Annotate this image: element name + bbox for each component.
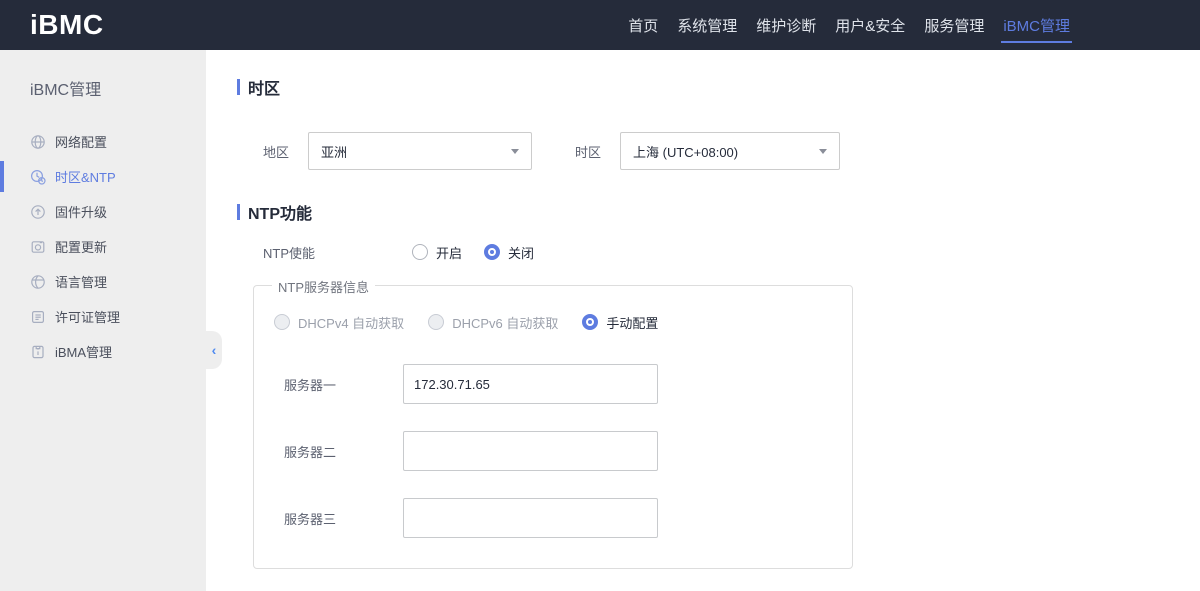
top-nav: 首页 系统管理 维护诊断 用户&安全 服务管理 iBMC管理 <box>626 0 1072 50</box>
ntp-section-header: NTP功能 <box>237 203 1200 223</box>
top-bar: iBMC 首页 系统管理 维护诊断 用户&安全 服务管理 iBMC管理 <box>0 0 1200 50</box>
sidebar-item-label: 网络配置 <box>55 135 108 150</box>
ibmc-logo: iBMC <box>30 9 104 40</box>
license-icon <box>30 309 46 325</box>
section-accent-bar <box>237 79 240 95</box>
nav-item-system[interactable]: 系统管理 <box>675 0 739 50</box>
radio-ntp-off[interactable]: 关闭 <box>484 243 534 262</box>
region-select-value: 亚洲 <box>321 144 348 160</box>
region-label: 地区 <box>263 144 290 160</box>
radio-manual-config[interactable]: 手动配置 <box>582 313 658 332</box>
sidebar-item-firmware-upgrade[interactable]: 固件升级 <box>0 194 206 229</box>
sidebar-item-label: 时区&NTP <box>55 170 116 185</box>
chevron-down-icon <box>819 148 827 154</box>
section-accent-bar <box>237 204 240 220</box>
sidebar-menu: 网络配置 时区&NTP 固件升级 配置更新 语言管理 许可证管理 iBMA管理 <box>0 124 206 369</box>
radio-label: DHCPv4 自动获取 <box>298 315 405 331</box>
server-one-row: 服务器一 <box>274 364 852 404</box>
radio-label: DHCPv6 自动获取 <box>452 315 559 331</box>
sidebar-item-label: 固件升级 <box>55 205 108 220</box>
nav-item-ibmc-management[interactable]: iBMC管理 <box>1001 0 1072 50</box>
ntp-enable-row: NTP使能 开启 关闭 <box>237 243 1200 261</box>
sidebar-item-timezone-ntp[interactable]: 时区&NTP <box>0 159 206 194</box>
ntp-enable-radio-group: 开启 关闭 <box>412 243 534 262</box>
timezone-select-value: 上海 (UTC+08:00) <box>633 144 739 160</box>
timezone-label: 时区 <box>575 144 602 160</box>
radio-circle-icon <box>428 314 445 330</box>
ntp-enable-label: NTP使能 <box>263 245 316 261</box>
sidebar-item-config-update[interactable]: 配置更新 <box>0 229 206 264</box>
sidebar-title: iBMC管理 <box>30 82 102 99</box>
server-three-label: 服务器三 <box>284 511 337 527</box>
sidebar-item-ibma-management[interactable]: iBMA管理 <box>0 334 206 369</box>
config-update-icon <box>30 239 46 255</box>
radio-circle-icon <box>484 244 501 260</box>
chevron-down-icon <box>511 148 519 154</box>
radio-ntp-on[interactable]: 开启 <box>412 243 462 262</box>
sidebar-collapse-button[interactable]: ‹ <box>206 331 222 369</box>
radio-label: 开启 <box>436 245 463 261</box>
radio-dhcpv6-auto[interactable]: DHCPv6 自动获取 <box>428 313 558 332</box>
nav-item-user-security[interactable]: 用户&安全 <box>833 0 907 50</box>
timezone-section-title: 时区 <box>248 81 281 98</box>
sidebar-item-label: 许可证管理 <box>55 310 121 325</box>
ntp-server-info-legend: NTP服务器信息 <box>272 277 376 296</box>
sidebar-item-label: iBMA管理 <box>55 345 113 360</box>
sidebar-item-language-management[interactable]: 语言管理 <box>0 264 206 299</box>
chevron-left-icon: ‹ <box>211 342 217 358</box>
firmware-upgrade-icon <box>30 204 46 220</box>
page-shell: iBMC管理 网络配置 时区&NTP 固件升级 配置更新 语言管理 许可证管理 … <box>0 50 1200 591</box>
server-one-input[interactable] <box>403 364 658 404</box>
server-two-label: 服务器二 <box>284 444 337 460</box>
server-two-row: 服务器二 <box>274 431 852 471</box>
timezone-form-row: 地区 亚洲 时区 上海 (UTC+08:00) <box>237 132 1200 170</box>
sidebar-item-label: 配置更新 <box>55 240 108 255</box>
timezone-icon <box>30 169 46 185</box>
radio-circle-icon <box>582 314 599 330</box>
server-two-input[interactable] <box>403 431 658 471</box>
main-content: 时区 地区 亚洲 时区 上海 (UTC+08:00) NTP功能 NTP使能 开… <box>206 50 1200 591</box>
nav-item-services[interactable]: 服务管理 <box>922 0 986 50</box>
region-select[interactable]: 亚洲 <box>308 132 532 170</box>
timezone-select[interactable]: 上海 (UTC+08:00) <box>620 132 840 170</box>
ibma-icon <box>30 344 46 360</box>
server-one-label: 服务器一 <box>284 377 337 393</box>
nav-item-home[interactable]: 首页 <box>626 0 660 50</box>
sidebar-item-network-config[interactable]: 网络配置 <box>0 124 206 159</box>
ntp-server-mode-radio-group: DHCPv4 自动获取 DHCPv6 自动获取 手动配置 <box>274 313 852 332</box>
server-three-row: 服务器三 <box>274 498 852 538</box>
radio-label: 关闭 <box>508 245 535 261</box>
language-icon <box>30 274 46 290</box>
ntp-section-title: NTP功能 <box>248 206 313 223</box>
sidebar: iBMC管理 网络配置 时区&NTP 固件升级 配置更新 语言管理 许可证管理 … <box>0 50 206 591</box>
ntp-server-info-group: NTP服务器信息 DHCPv4 自动获取 DHCPv6 自动获取 手动配置 服务… <box>253 277 853 569</box>
sidebar-item-label: 语言管理 <box>55 275 108 290</box>
sidebar-item-license-management[interactable]: 许可证管理 <box>0 299 206 334</box>
radio-dhcpv4-auto[interactable]: DHCPv4 自动获取 <box>274 313 404 332</box>
radio-label: 手动配置 <box>606 315 659 331</box>
radio-circle-icon <box>412 244 428 260</box>
radio-circle-icon <box>274 314 290 330</box>
timezone-section-header: 时区 <box>237 78 1200 98</box>
server-three-input[interactable] <box>403 498 658 538</box>
network-icon <box>30 134 46 150</box>
nav-item-maintenance[interactable]: 维护诊断 <box>754 0 818 50</box>
